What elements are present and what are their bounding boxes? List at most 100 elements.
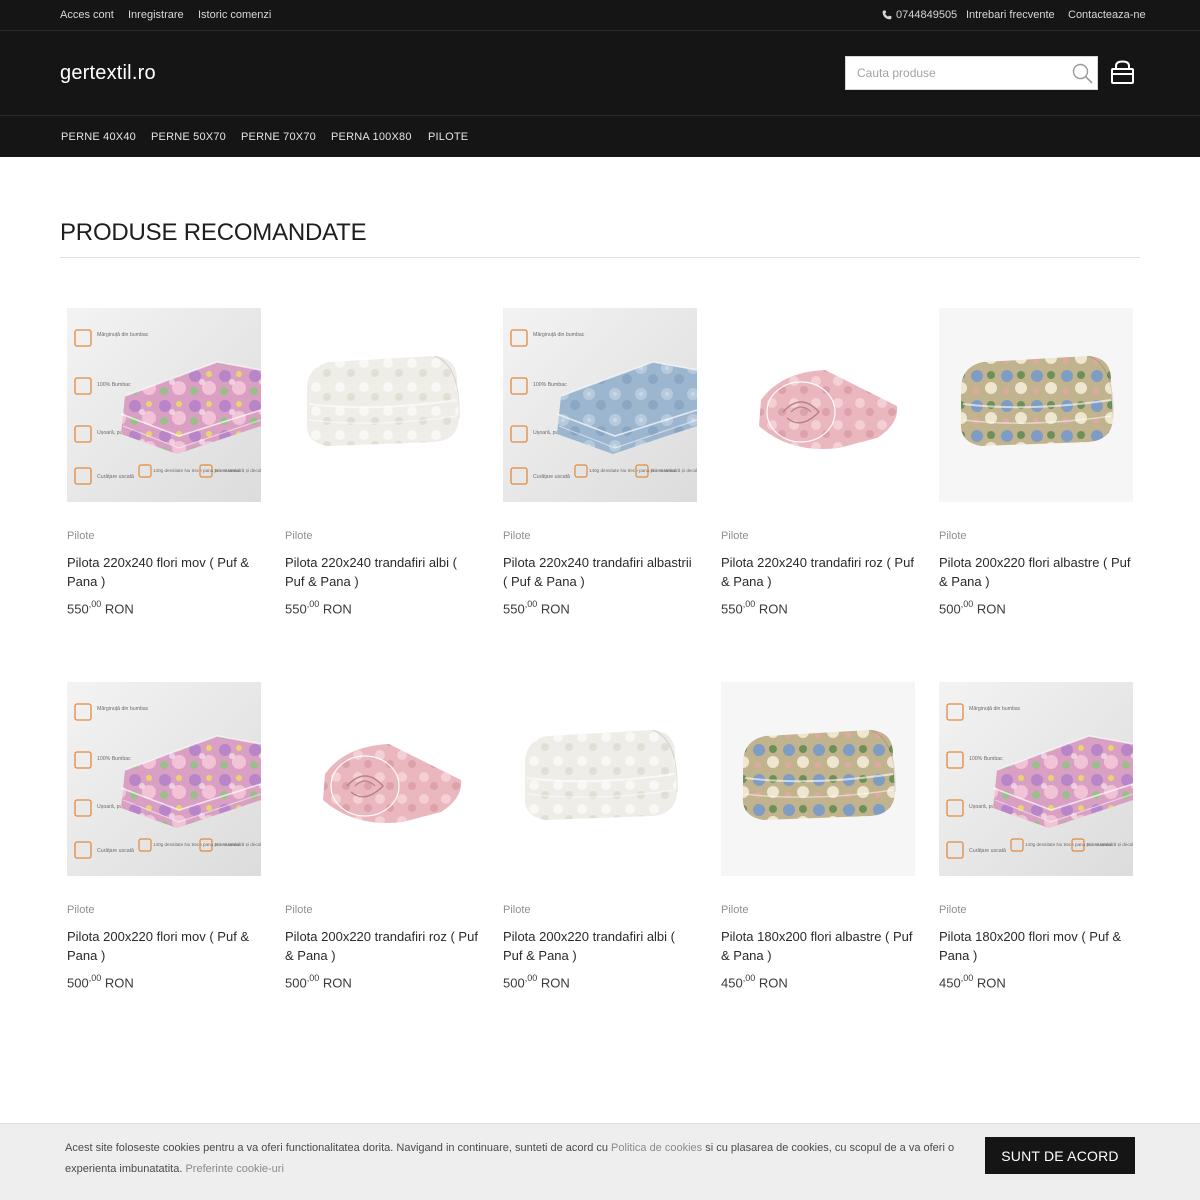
product-category[interactable]: Pilote — [503, 530, 531, 542]
product-name[interactable]: Pilota 180x200 flori albastre ( Puf & Pa… — [721, 927, 915, 965]
product-price: 550,00 RON — [285, 599, 352, 616]
site-logo[interactable]: gertextil.ro — [60, 62, 156, 85]
price-currency: RON — [540, 601, 570, 617]
infographic-label: Curățare uscată — [97, 848, 134, 854]
nav-item-perna-100x80[interactable]: PERNA 100X80 — [331, 131, 412, 143]
price-currency: RON — [758, 601, 788, 617]
product-name[interactable]: Pilota 220x240 trandafiri albi ( Puf & P… — [285, 553, 479, 591]
product-image[interactable]: Mărginuță din bumbac100% BumbacUșoară, p… — [503, 308, 697, 502]
main-nav: PERNE 40X40 PERNE 50X70 PERNE 70X70 PERN… — [0, 115, 1200, 157]
product-image[interactable] — [721, 308, 915, 502]
product-image[interactable]: Mărginuță din bumbac100% BumbacUșoară, p… — [939, 682, 1133, 876]
product-name[interactable]: Pilota 220x240 trandafiri albastrii ( Pu… — [503, 553, 697, 591]
product-image[interactable] — [285, 682, 479, 876]
quilt-image-icon — [503, 682, 697, 876]
product-card[interactable]: Pilote Pilota 220x240 trandafiri roz ( Pu… — [721, 308, 915, 628]
price-integer: 500 — [285, 975, 307, 991]
search-input[interactable] — [846, 57, 1061, 89]
product-name[interactable]: Pilota 220x240 trandafiri roz ( Puf & Pa… — [721, 553, 915, 591]
price-decimals: ,00 — [306, 599, 320, 609]
faq-link[interactable]: Intrebari frecvente — [966, 9, 1055, 21]
infographic-label: Nu se tasează și decolorează în timp — [1087, 842, 1133, 847]
infographic-label: Nu se tasează și decolorează în timp — [215, 468, 261, 473]
contact-link[interactable]: Contacteaza-ne — [1068, 9, 1146, 21]
product-category[interactable]: Pilote — [503, 904, 531, 916]
search-icon[interactable] — [1072, 63, 1093, 84]
account-link[interactable]: Acces cont — [60, 9, 114, 21]
section-divider — [60, 257, 1140, 258]
product-card[interactable]: Pilote Pilota 220x240 trandafiri albi ( P… — [285, 308, 479, 628]
order-history-link[interactable]: Istoric comenzi — [198, 9, 271, 21]
infographic-label: Nu se tasează și decolorează în timp — [651, 468, 697, 473]
product-card[interactable]: Mărginuță din bumbac100% BumbacUșoară, p… — [503, 308, 697, 628]
product-card[interactable]: Mărginuță din bumbac100% BumbacUșoară, p… — [67, 308, 261, 628]
cookie-text: Acest site foloseste cookies pentru a va… — [65, 1138, 965, 1180]
product-category[interactable]: Pilote — [285, 904, 313, 916]
product-name[interactable]: Pilota 220x240 flori mov ( Puf & Pana ) — [67, 553, 261, 591]
price-decimals: ,00 — [88, 599, 102, 609]
product-category[interactable]: Pilote — [721, 904, 749, 916]
infographic-label: 100% Bumbac — [97, 382, 131, 388]
price-integer: 450 — [939, 975, 961, 991]
quilt-image-icon: Mărginuță din bumbac100% BumbacUșoară, p… — [939, 682, 1133, 876]
nav-item-perne-50x70[interactable]: PERNE 50X70 — [151, 131, 226, 143]
price-currency: RON — [758, 975, 788, 991]
nav-item-perne-70x70[interactable]: PERNE 70X70 — [241, 131, 316, 143]
site-header: gertextil.ro — [0, 31, 1200, 115]
quilt-image-icon — [285, 682, 479, 876]
nav-item-perne-40x40[interactable]: PERNE 40X40 — [61, 131, 136, 143]
product-name[interactable]: Pilota 200x220 flori mov ( Puf & Pana ) — [67, 927, 261, 965]
product-name[interactable]: Pilota 200x220 flori albastre ( Puf & Pa… — [939, 553, 1133, 591]
price-integer: 450 — [721, 975, 743, 991]
price-decimals: ,00 — [742, 973, 756, 983]
product-name[interactable]: Pilota 200x220 trandafiri roz ( Puf & Pa… — [285, 927, 479, 965]
price-currency: RON — [104, 975, 134, 991]
cookie-banner: Acest site foloseste cookies pentru a va… — [0, 1123, 1200, 1200]
price-decimals: ,00 — [524, 599, 538, 609]
product-price: 500,00 RON — [503, 973, 570, 991]
product-price: 500,00 RON — [67, 973, 134, 991]
product-category[interactable]: Pilote — [67, 904, 95, 916]
product-card[interactable]: Pilote Pilota 180x200 flori albastre ( Pu… — [721, 682, 915, 1002]
product-image[interactable] — [939, 308, 1133, 502]
product-card[interactable]: Pilote Pilota 200x220 flori albastre ( Pu… — [939, 308, 1133, 628]
product-price: 550,00 RON — [503, 599, 570, 617]
cookie-preferences-link[interactable]: Preferinte cookie-uri — [185, 1163, 283, 1175]
product-image[interactable] — [503, 682, 697, 876]
product-category[interactable]: Pilote — [67, 530, 95, 542]
product-image[interactable]: Mărginuță din bumbac100% BumbacUșoară, p… — [67, 308, 261, 502]
product-price: 450,00 RON — [939, 973, 1006, 991]
price-integer: 500 — [67, 975, 89, 991]
top-bar: Acces cont Inregistrare Istoric comenzi … — [0, 0, 1200, 31]
product-price: 500,00 RON — [939, 599, 1006, 617]
product-image[interactable] — [285, 308, 479, 502]
product-card[interactable]: Mărginuță din bumbac100% BumbacUșoară, p… — [67, 682, 261, 1002]
section-title: PRODUSE RECOMANDATE — [60, 219, 367, 246]
product-category[interactable]: Pilote — [285, 530, 313, 542]
quilt-image-icon: Mărginuță din bumbac100% BumbacUșoară, p… — [67, 682, 261, 876]
product-card[interactable]: Pilote Pilota 200x220 trandafiri roz ( Pu… — [285, 682, 479, 1002]
phone-link[interactable]: 0744849505 — [896, 9, 957, 21]
product-image[interactable]: Mărginuță din bumbac100% BumbacUșoară, p… — [67, 682, 261, 876]
product-card[interactable]: Pilote Pilota 200x220 trandafiri albi ( P… — [503, 682, 697, 1002]
cookie-policy-link[interactable]: Politica de cookies — [611, 1142, 702, 1154]
infographic-label: Curățare uscată — [97, 474, 134, 480]
product-category[interactable]: Pilote — [939, 530, 967, 542]
nav-item-pilote[interactable]: PILOTE — [428, 131, 468, 143]
product-price: 500,00 RON — [285, 973, 352, 991]
cookie-accept-button[interactable]: SUNT DE ACORD — [985, 1137, 1135, 1174]
product-name[interactable]: Pilota 180x200 flori mov ( Puf & Pana ) — [939, 927, 1133, 965]
product-image[interactable] — [721, 682, 915, 876]
product-category[interactable]: Pilote — [721, 530, 749, 542]
register-link[interactable]: Inregistrare — [128, 9, 184, 21]
infographic-label: Mărginuță din bumbac — [97, 332, 149, 338]
quilt-image-icon — [721, 308, 915, 502]
price-currency: RON — [976, 601, 1006, 617]
product-card[interactable]: Mărginuță din bumbac100% BumbacUșoară, p… — [939, 682, 1133, 1002]
price-integer: 500 — [503, 975, 525, 991]
price-integer: 550 — [503, 601, 525, 617]
product-category[interactable]: Pilote — [939, 904, 967, 916]
product-name[interactable]: Pilota 200x220 trandafiri albi ( Puf & P… — [503, 927, 697, 965]
price-decimals: ,00 — [742, 599, 756, 609]
shopping-bag-icon[interactable] — [1110, 60, 1135, 85]
